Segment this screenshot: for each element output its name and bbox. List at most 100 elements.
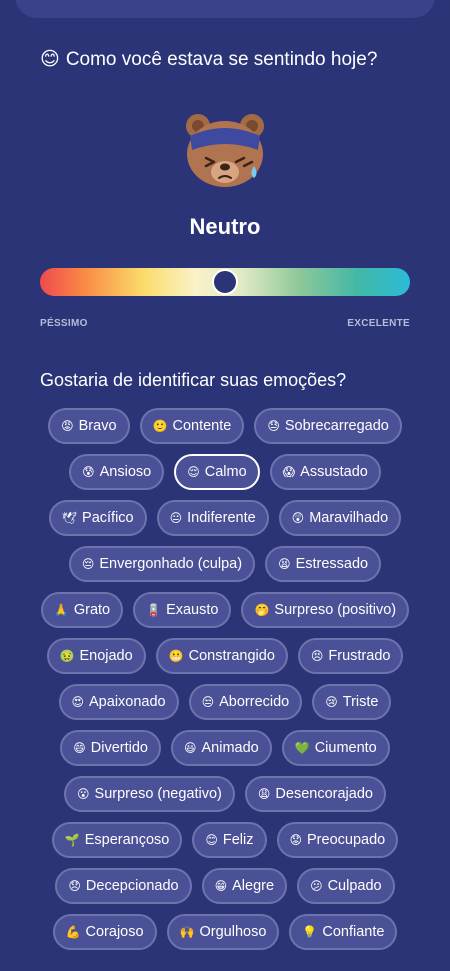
previous-card (15, 0, 435, 18)
bear-mascot-icon (186, 114, 264, 187)
emotion-chip-label: Confiante (322, 924, 385, 940)
emotion-chip[interactable]: 😲 Maravilhado (278, 500, 402, 536)
emotion-chip-row: 😄 Divertido 😃 Animado 💚 Ciumento (0, 730, 450, 776)
emotion-chip[interactable]: 😁 Alegre (201, 868, 288, 904)
mood-question-text: Como você estava se sentindo hoje? (65, 49, 378, 70)
emotion-chip[interactable]: 💚 Ciumento (281, 730, 390, 766)
emotion-chip[interactable]: 😣 Frustrado (297, 638, 404, 674)
emotion-emoji-icon: 😲 (291, 511, 305, 525)
emotion-chip[interactable]: 😢 Triste (312, 684, 392, 720)
emotion-chip[interactable]: 😌 Calmo (174, 454, 260, 490)
emotion-chip[interactable]: 🙏 Grato (40, 592, 124, 628)
emotion-chip[interactable]: 😱 Assustado (269, 454, 381, 490)
emotion-chip-row: 😔 Envergonhado (culpa) 😫 Estressado (0, 546, 450, 592)
emotion-chip[interactable]: 🌱 Esperançoso (51, 822, 183, 858)
emotion-chip-label: Aborrecido (219, 694, 290, 710)
emotion-chip-label: Envergonhado (culpa) (99, 556, 243, 572)
emotion-chip-row: 😡 Bravo 🙂 Contente 😓 Sobrecarregado (0, 408, 450, 454)
emotion-chip-label: Preocupado (307, 832, 386, 848)
emotion-chip-row: 🌱 Esperançoso 😊 Feliz 😟 Preocupado (0, 822, 450, 868)
emotion-chip[interactable]: 🕊 Pacífico (48, 500, 147, 536)
emotion-chip-label: Feliz (222, 832, 254, 848)
emotion-chip-label: Apaixonado (89, 694, 166, 710)
emotion-emoji-icon: 🤭 (254, 603, 270, 617)
emotion-emoji-icon: 😩 (257, 787, 271, 801)
emotion-chip[interactable]: 😄 Divertido (60, 730, 161, 766)
emotion-chip-label: Assustado (300, 464, 368, 480)
emotion-chip-label: Triste (342, 694, 379, 710)
emotion-emoji-icon: 😟 (289, 833, 303, 847)
mood-question: 😊 Como você estava se sentindo hoje? (40, 48, 377, 71)
emotion-chip-row: 😍 Apaixonado 😒 Aborrecido 😢 Triste (0, 684, 450, 730)
mood-slider-thumb[interactable] (212, 269, 238, 295)
emotion-chip-row: 💪 Corajoso 🙌 Orgulhoso 💡 Confiante (0, 914, 450, 960)
emotion-chip[interactable]: 😞 Decepcionado (55, 868, 192, 904)
emotion-chip[interactable]: 😩 Desencorajado (244, 776, 386, 812)
emotion-chip-label: Estressado (295, 556, 369, 572)
mood-label: Neutro (189, 214, 261, 239)
scale-min-label: PÉSSIMO (40, 318, 88, 329)
emotion-chip[interactable]: 🙂 Contente (139, 408, 245, 444)
emotion-emoji-icon: 💡 (302, 925, 318, 939)
emotion-chip[interactable]: 😒 Aborrecido (188, 684, 303, 720)
emotion-chip[interactable]: 😬 Constrangido (155, 638, 288, 674)
emotion-chip[interactable]: 😃 Animado (170, 730, 272, 766)
emotion-chip-label: Surpreso (positivo) (274, 602, 397, 618)
emotion-chip[interactable]: 😊 Feliz (192, 822, 267, 858)
emotion-emoji-icon: 😞 (68, 879, 81, 893)
emotion-chip-row: 🤢 Enojado 😬 Constrangido 😣 Frustrado (0, 638, 450, 684)
emotion-chip-row: 🕊 Pacífico 😐 Indiferente 😲 Maravilhado (0, 500, 450, 546)
emotion-emoji-icon: 😫 (278, 557, 291, 571)
emotion-emoji-icon: 😌 (187, 465, 200, 479)
emotion-emoji-icon: 😣 (310, 649, 324, 663)
emotion-chip-label: Maravilhado (309, 510, 389, 526)
emotion-chip-label: Constrangido (188, 648, 275, 664)
emotion-chip-label: Alegre (232, 878, 275, 894)
emotion-emoji-icon: 😊 (205, 833, 218, 847)
emotion-chip-label: Animado (201, 740, 259, 756)
emotion-chip-label: Orgulhoso (199, 924, 267, 940)
emotion-chip-label: Decepcionado (85, 878, 179, 894)
emotion-emoji-icon: 😓 (267, 419, 280, 433)
emotion-chip[interactable]: 🪫 Exausto (133, 592, 232, 628)
emotion-chip-label: Divertido (90, 740, 148, 756)
emotion-chip[interactable]: 😔 Envergonhado (culpa) (68, 546, 256, 582)
emotion-chip[interactable]: 😐 Indiferente (156, 500, 269, 536)
emotion-chip-row: 🙏 Grato 🪫 Exausto 🤭 Surpreso (positivo) (0, 592, 450, 638)
emotion-emoji-icon: 😒 (201, 695, 215, 709)
emotion-chip[interactable]: 😮 Surpreso (negativo) (64, 776, 235, 812)
emotion-emoji-icon: 😔 (81, 557, 95, 571)
emotion-chip-label: Sobrecarregado (284, 418, 389, 434)
emotion-emoji-icon: 😕 (310, 879, 323, 893)
emotion-emoji-icon: 💚 (294, 741, 310, 755)
emotion-chip[interactable]: 😕 Culpado (297, 868, 395, 904)
emotion-chip[interactable]: 💪 Corajoso (52, 914, 157, 950)
emotion-chip-row: 😮 Surpreso (negativo) 😩 Desencorajado (0, 776, 450, 822)
emotion-chip-list: 😡 Bravo 🙂 Contente 😓 Sobrecarregado 😰 Ansioso 😌 C… (0, 408, 450, 960)
emotion-emoji-icon: 🪫 (146, 603, 162, 617)
emotion-emoji-icon: 😄 (73, 741, 86, 755)
emotion-chip[interactable]: 😍 Apaixonado (58, 684, 179, 720)
emotion-emoji-icon: 😁 (214, 879, 228, 893)
emotion-chip[interactable]: 🤭 Surpreso (positivo) (241, 592, 410, 628)
emotion-chip-label: Enojado (79, 648, 133, 664)
emotion-chip[interactable]: 🤢 Enojado (46, 638, 146, 674)
emotion-chip[interactable]: 😡 Bravo (48, 408, 130, 444)
emotion-emoji-icon: 😃 (183, 741, 197, 755)
emotion-chip-label: Indiferente (187, 510, 256, 526)
emotion-chip[interactable]: 😰 Ansioso (69, 454, 165, 490)
emotion-chip[interactable]: 😟 Preocupado (276, 822, 399, 858)
emotion-emoji-icon: 🕊 (61, 511, 78, 525)
emotion-chip[interactable]: 😓 Sobrecarregado (254, 408, 402, 444)
emotion-emoji-icon: 😢 (325, 695, 338, 709)
emotion-chip-label: Corajoso (85, 924, 144, 940)
mood-slider[interactable] (40, 268, 410, 296)
emotion-emoji-icon: 🙌 (179, 925, 195, 939)
emotion-chip-label: Ansioso (99, 464, 152, 480)
emotion-chip-label: Contente (172, 418, 232, 434)
emotion-chip-row: 😞 Decepcionado 😁 Alegre 😕 Culpado (0, 868, 450, 914)
emotion-chip[interactable]: 😫 Estressado (265, 546, 382, 582)
emotion-chip[interactable]: 💡 Confiante (289, 914, 398, 950)
emotion-chip[interactable]: 🙌 Orgulhoso (166, 914, 280, 950)
emotion-emoji-icon: 😍 (71, 695, 85, 709)
